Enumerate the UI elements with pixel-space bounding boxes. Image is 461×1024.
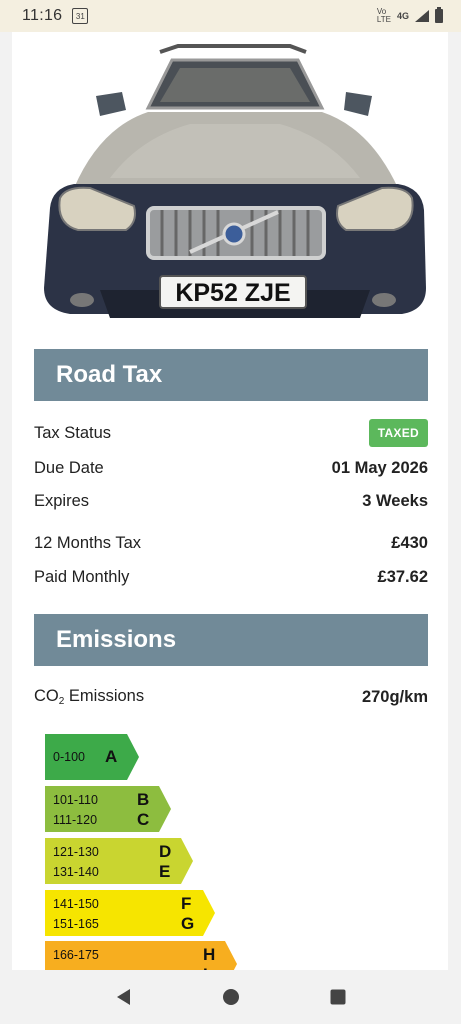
tax-status-label: Tax Status bbox=[34, 423, 112, 442]
volte-line2: LTE bbox=[376, 15, 391, 24]
band-a-ranges: 0-100 bbox=[53, 747, 85, 767]
status-indicators: Vo LTE 4G bbox=[377, 7, 443, 24]
band-h-letter: H bbox=[203, 945, 216, 964]
emission-band-a: 0-100 A bbox=[45, 734, 139, 780]
tax-status-row: Tax Status TAXED bbox=[34, 418, 428, 448]
registration-plate: KP52 ZJE bbox=[175, 279, 290, 307]
band-a-range: 0-100 bbox=[53, 750, 85, 764]
recents-button[interactable] bbox=[318, 977, 358, 1017]
band-c-range: 111-120 bbox=[53, 813, 98, 827]
band-de-letters: D E bbox=[159, 842, 171, 882]
band-h-range: 166-175 bbox=[53, 948, 99, 962]
emission-band-fg: 141-150 151-165 F G bbox=[45, 890, 215, 936]
calendar-icon: 31 bbox=[72, 8, 89, 24]
band-g-letter: G bbox=[181, 914, 195, 933]
emission-band-hi: 166-175 176-185 H I bbox=[45, 941, 237, 970]
emission-band-de: 121-130 131-140 D E bbox=[45, 838, 193, 884]
annual-tax-value: £430 bbox=[391, 533, 428, 552]
road-tax-header: Road Tax bbox=[34, 349, 428, 401]
status-badge: TAXED bbox=[368, 419, 428, 447]
band-d-range: 121-130 bbox=[53, 845, 99, 859]
band-f-range: 141-150 bbox=[53, 897, 99, 911]
co2-value: 270g/km bbox=[361, 687, 428, 706]
status-time: 11:16 bbox=[22, 7, 63, 24]
emissions-header: Emissions bbox=[34, 614, 428, 666]
monthly-tax-value: £37.62 bbox=[377, 567, 428, 586]
home-button[interactable] bbox=[211, 977, 251, 1017]
recents-square-icon bbox=[330, 989, 345, 1005]
expires-row: Expires 3 Weeks bbox=[34, 489, 428, 513]
band-de-ranges: 121-130 131-140 bbox=[53, 842, 99, 882]
band-hi-ranges: 166-175 176-185 bbox=[53, 945, 99, 970]
band-e-range: 131-140 bbox=[53, 865, 99, 879]
band-c-letter: C bbox=[137, 810, 150, 829]
band-bc-ranges: 101-110 111-120 bbox=[53, 790, 98, 830]
back-triangle-icon bbox=[116, 989, 130, 1005]
volte-indicator: Vo LTE bbox=[377, 8, 391, 24]
content-card: KP52 ZJE Road Tax Tax Status TAXED Due D… bbox=[12, 32, 448, 970]
signal-icon bbox=[415, 10, 429, 22]
band-fg-letters: F G bbox=[181, 894, 194, 934]
due-date-value: 01 May 2026 bbox=[331, 458, 428, 477]
expires-value: 3 Weeks bbox=[362, 491, 428, 510]
network-type: 4G bbox=[396, 11, 409, 21]
co2-row: CO2 Emissions 270g/km bbox=[34, 685, 428, 709]
status-bar: 11:16 31 Vo LTE 4G bbox=[0, 0, 461, 32]
home-circle-icon bbox=[222, 989, 239, 1005]
emission-band-bc: 101-110 111-120 B C bbox=[45, 786, 171, 832]
band-d-letter: D bbox=[159, 842, 172, 861]
monthly-tax-label: Paid Monthly bbox=[34, 567, 130, 586]
expires-label: Expires bbox=[34, 491, 90, 510]
due-date-row: Due Date 01 May 2026 bbox=[34, 456, 428, 480]
back-button[interactable] bbox=[104, 977, 144, 1017]
annual-tax-row: 12 Months Tax £430 bbox=[34, 531, 428, 555]
band-b-letter: B bbox=[137, 790, 150, 809]
monthly-tax-row: Paid Monthly £37.62 bbox=[34, 565, 428, 589]
band-fg-ranges: 141-150 151-165 bbox=[53, 894, 99, 934]
band-f-letter: F bbox=[181, 894, 192, 913]
band-g-range: 151-165 bbox=[53, 917, 99, 931]
band-b-range: 101-110 bbox=[53, 793, 98, 807]
battery-icon bbox=[435, 7, 443, 23]
band-bc-letters: B C bbox=[137, 790, 149, 830]
band-a-letters: A bbox=[105, 747, 117, 767]
co2-label-suffix: Emissions bbox=[64, 687, 145, 705]
band-a-letter: A bbox=[105, 747, 118, 766]
due-date-label: Due Date bbox=[34, 458, 104, 477]
band-e-letter: E bbox=[159, 862, 171, 881]
car-image: KP52 ZJE bbox=[44, 44, 426, 318]
co2-label-prefix: CO bbox=[34, 687, 59, 705]
navigation-bar bbox=[0, 970, 461, 1024]
annual-tax-label: 12 Months Tax bbox=[34, 533, 142, 552]
co2-label: CO2 Emissions bbox=[34, 687, 144, 707]
band-hi-letters: H I bbox=[203, 945, 215, 970]
